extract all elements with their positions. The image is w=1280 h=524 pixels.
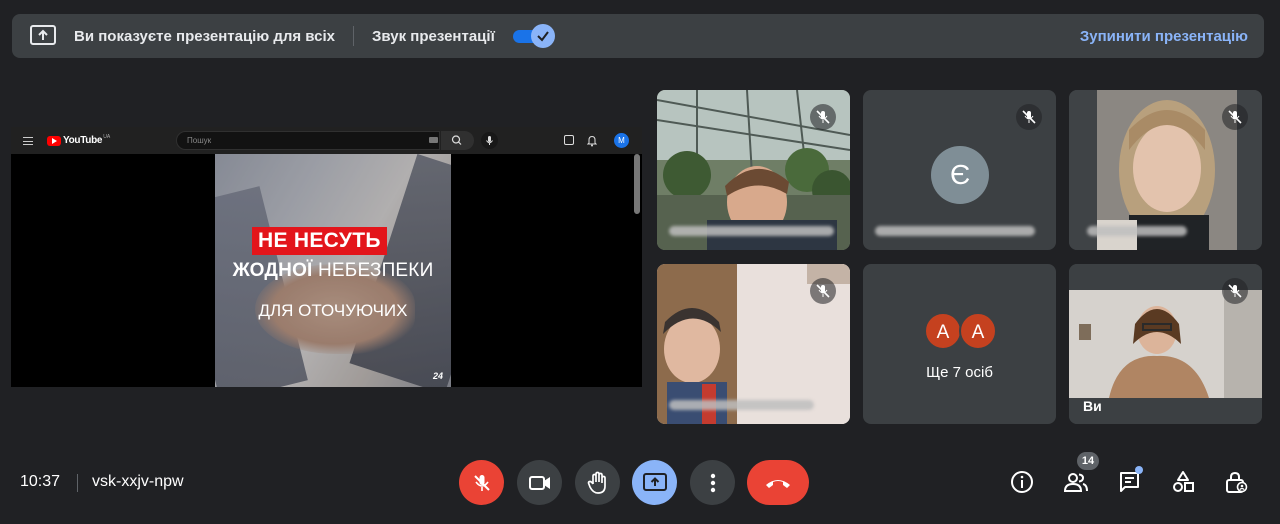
more-vert-icon <box>710 473 715 492</box>
leave-call-button[interactable] <box>747 460 809 505</box>
meeting-time: 10:37 <box>20 473 61 490</box>
scrollbar <box>634 154 640 214</box>
camera-button[interactable] <box>517 460 562 505</box>
video-frame: НЕ НЕСУТЬ ЖОДНОЇ НЕБЕЗПЕКИ ДЛЯ ОТОЧУЮЧИХ… <box>215 154 451 387</box>
more-options-button[interactable] <box>690 460 735 505</box>
meeting-code: vsk-xxjv-npw <box>92 473 184 490</box>
participant-avatar: Є <box>931 146 989 204</box>
new-message-dot <box>1135 466 1143 474</box>
host-controls-button[interactable] <box>1223 469 1249 495</box>
youtube-play-icon <box>47 135 61 146</box>
video-caption-line-1: НЕ НЕСУТЬ <box>252 227 387 255</box>
mic-off-icon <box>1016 104 1042 130</box>
stop-presenting-button[interactable]: Зупинити презентацію <box>1080 28 1248 45</box>
raise-hand-button[interactable] <box>575 460 620 505</box>
hand-icon <box>587 471 606 494</box>
meeting-details-button[interactable] <box>1009 469 1035 495</box>
presentation-sound-label: Звук презентації <box>372 27 495 45</box>
youtube-header: YouTube UA Пошук M <box>11 127 642 154</box>
video-camera-icon <box>528 475 550 490</box>
participant-name-redacted <box>669 400 814 410</box>
youtube-search-input: Пошук <box>176 131 440 150</box>
participant-tile[interactable]: Є <box>863 90 1056 250</box>
participant-name-redacted <box>1087 226 1187 236</box>
people-icon <box>1063 473 1088 492</box>
participant-tile[interactable] <box>1069 90 1262 250</box>
youtube-account-avatar: M <box>614 133 629 148</box>
present-now-button[interactable] <box>632 460 677 505</box>
youtube-logo: YouTube UA <box>47 134 110 146</box>
participant-tile[interactable] <box>657 90 850 250</box>
channel-24-logo: 24 <box>432 371 443 381</box>
divider <box>353 26 354 46</box>
participant-name-redacted <box>875 226 1035 236</box>
video-caption-line-3: ДЛЯ ОТОЧУЮЧИХ <box>258 301 408 320</box>
microphone-button[interactable] <box>459 460 504 505</box>
presentation-sound-toggle[interactable] <box>512 24 555 48</box>
notifications-icon <box>586 134 598 152</box>
participant-avatar: А <box>924 312 962 350</box>
presenting-message: Ви показуєте презентацію для всіх <box>74 27 335 45</box>
keyboard-icon <box>429 137 438 143</box>
participants-button[interactable] <box>1063 469 1089 495</box>
activities-button[interactable] <box>1170 469 1196 495</box>
mic-off-icon <box>1222 104 1248 130</box>
mic-off-icon <box>810 104 836 130</box>
self-name: Ви <box>1083 398 1102 414</box>
mic-off-icon <box>810 278 836 304</box>
mic-off-icon <box>1222 278 1248 304</box>
participant-name-redacted <box>669 226 834 236</box>
participant-tile[interactable] <box>657 264 850 424</box>
shapes-icon <box>1173 471 1194 492</box>
menu-icon <box>23 136 33 145</box>
participant-count-badge: 14 <box>1077 452 1099 470</box>
more-participants-tile[interactable]: А А Ще 7 осіб <box>863 264 1056 424</box>
create-video-icon <box>564 135 574 145</box>
divider <box>77 474 78 492</box>
present-screen-icon <box>642 472 667 491</box>
check-icon <box>530 24 555 48</box>
youtube-search-button <box>441 131 474 150</box>
self-tile[interactable]: Ви <box>1069 264 1262 424</box>
more-participants-label: Ще 7 осіб <box>926 364 993 381</box>
presented-screen: YouTube UA Пошук M НЕ НЕСУТЬ ЖОДНОЇ НЕБЕ… <box>11 127 642 387</box>
mic-off-icon <box>473 474 490 491</box>
participant-avatar: А <box>959 312 997 350</box>
hang-up-icon <box>766 479 790 488</box>
info-icon <box>1011 471 1033 493</box>
youtube-mic-icon <box>481 132 498 149</box>
presenting-banner: Ви показуєте презентацію для всіх Звук п… <box>12 14 1264 58</box>
lock-person-icon <box>1226 471 1248 493</box>
video-caption-line-2: ЖОДНОЇ НЕБЕЗПЕКИ <box>232 260 434 281</box>
present-screen-icon <box>30 25 56 45</box>
